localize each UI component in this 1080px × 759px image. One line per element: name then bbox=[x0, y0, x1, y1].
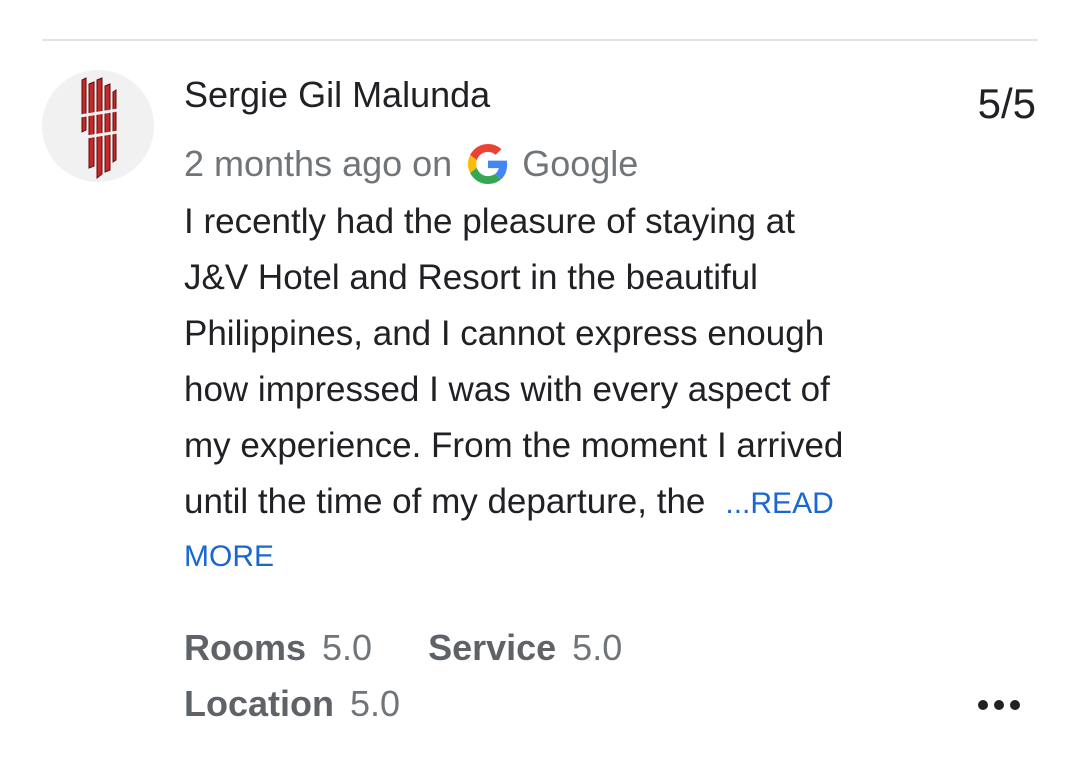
menu-dot bbox=[1010, 700, 1020, 710]
reviewer-avatar[interactable] bbox=[42, 70, 154, 182]
review-source: Google bbox=[522, 143, 639, 184]
more-options-icon[interactable] bbox=[978, 700, 1020, 710]
review-text-line: J&V Hotel and Resort in the beautiful bbox=[184, 258, 758, 297]
review-text-line-last: until the time of my departure, the ...RE… bbox=[184, 474, 964, 532]
review-text-line: until the time of my departure, the bbox=[184, 482, 706, 521]
review-text-line: I recently had the pleasure of staying a… bbox=[184, 202, 795, 241]
ratings-row: Rooms 5.0 Service 5.0 bbox=[184, 620, 678, 676]
avatar-logo-icon bbox=[42, 70, 154, 182]
read-more-link-continued[interactable]: MORE bbox=[184, 540, 274, 574]
rating-label-service: Service bbox=[428, 627, 557, 668]
top-divider bbox=[42, 39, 1038, 41]
review-meta: 2 months ago on Google bbox=[184, 143, 638, 185]
rating-label-rooms: Rooms bbox=[184, 627, 307, 668]
ratings-row: Location 5.0 bbox=[184, 676, 678, 732]
rating-value-rooms: 5.0 bbox=[322, 627, 373, 668]
rating-label-location: Location bbox=[184, 683, 334, 724]
review-text-line: my experience. From the moment I arrived bbox=[184, 426, 844, 465]
read-more-link[interactable]: ...READ bbox=[725, 487, 833, 520]
review-score: 5/5 bbox=[977, 80, 1036, 127]
menu-dot bbox=[978, 700, 988, 710]
reviewer-name[interactable]: Sergie Gil Malunda bbox=[184, 74, 490, 116]
review-text: I recently had the pleasure of staying a… bbox=[184, 194, 964, 532]
menu-dot bbox=[994, 700, 1004, 710]
review-text-line: how impressed I was with every aspect of bbox=[184, 370, 830, 409]
rating-value-location: 5.0 bbox=[350, 683, 401, 724]
google-g-icon bbox=[468, 144, 508, 184]
review-time: 2 months ago on bbox=[184, 143, 453, 184]
review-text-line: Philippines, and I cannot express enough bbox=[184, 314, 825, 353]
category-ratings: Rooms 5.0 Service 5.0 Location 5.0 bbox=[184, 620, 678, 732]
rating-value-service: 5.0 bbox=[572, 627, 623, 668]
